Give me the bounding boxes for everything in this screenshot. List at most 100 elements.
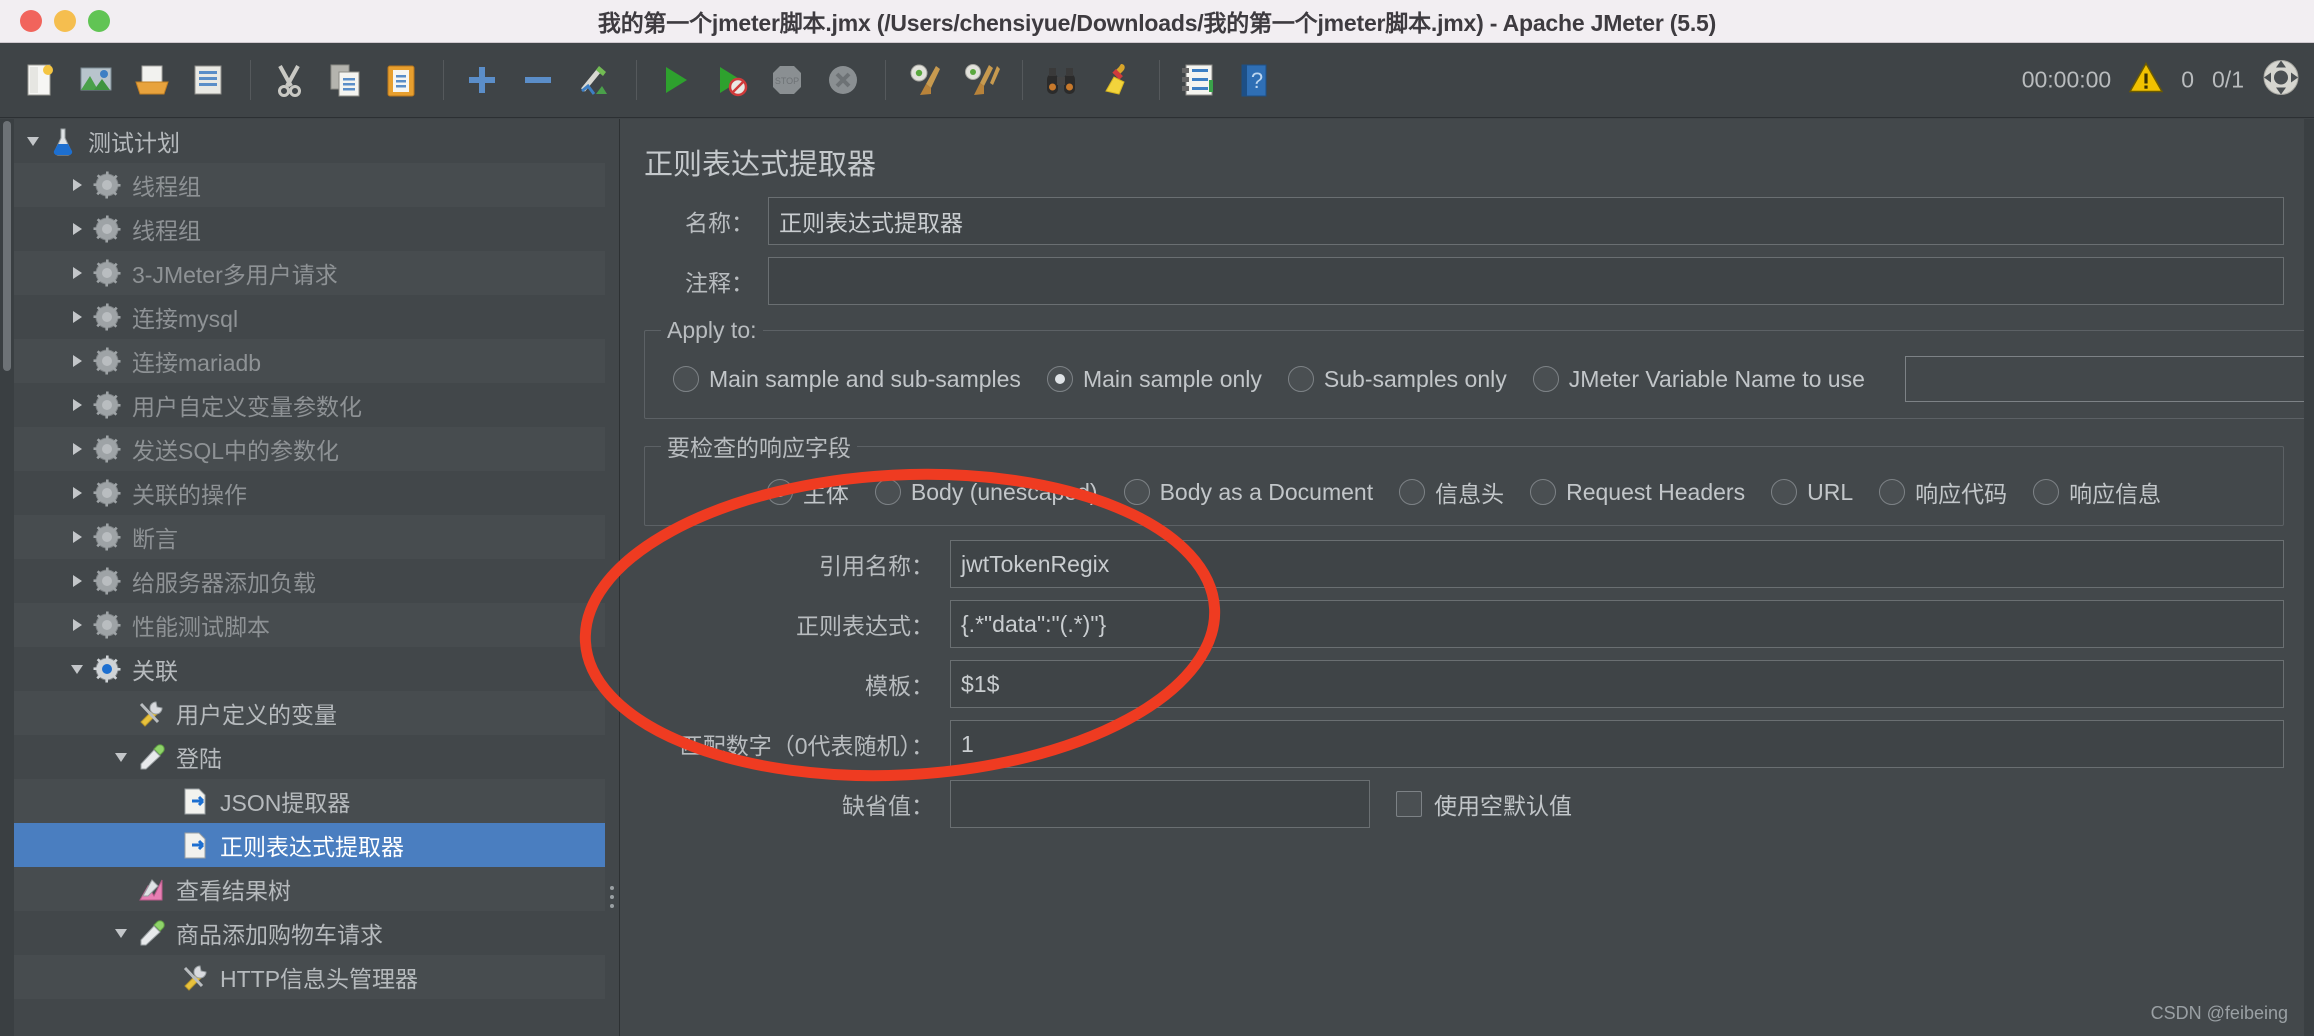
chevron-right-icon[interactable]	[64, 163, 90, 207]
function-helper-button[interactable]	[1172, 54, 1224, 106]
template-input[interactable]: $1$	[950, 660, 2284, 708]
chevron-down-icon[interactable]	[64, 647, 90, 691]
radio-circle[interactable]	[1530, 479, 1557, 505]
radio-sub-only[interactable]: Sub-samples only	[1287, 366, 1507, 393]
radio-circle[interactable]	[1532, 366, 1559, 392]
radio-circle-selected[interactable]	[1046, 366, 1073, 392]
window-controls[interactable]	[20, 10, 110, 32]
reset-search-button[interactable]	[1091, 54, 1143, 106]
chevron-right-icon[interactable]	[64, 295, 90, 339]
tree-item-15[interactable]: JSON提取器	[14, 779, 605, 823]
tree-item-14[interactable]: 登陆	[14, 735, 605, 779]
tree-item-7[interactable]: 发送SQL中的参数化	[14, 427, 605, 471]
radio-circle-selected[interactable]	[766, 479, 793, 505]
templates-button[interactable]	[70, 54, 122, 106]
toggle-enabled-button[interactable]	[568, 54, 620, 106]
radio-url[interactable]: URL	[1771, 479, 1853, 506]
chevron-right-icon[interactable]	[64, 515, 90, 559]
radio-circle[interactable]	[2033, 479, 2060, 505]
match-number-input[interactable]: 1	[950, 720, 2284, 768]
chevron-right-icon[interactable]	[64, 207, 90, 251]
tree-item-2[interactable]: 线程组	[14, 207, 605, 251]
radio-response-message[interactable]: 响应信息	[2033, 475, 2161, 509]
comment-input[interactable]	[768, 257, 2284, 305]
search-button[interactable]	[1035, 54, 1087, 106]
maximize-button[interactable]	[88, 10, 110, 32]
chevron-right-icon[interactable]	[64, 471, 90, 515]
split-pane-handle[interactable]	[607, 879, 617, 915]
collapse-all-button[interactable]	[512, 54, 564, 106]
regular-expression-input[interactable]: {.*"data":"(.*)"}	[950, 600, 2284, 648]
radio-circle[interactable]	[1123, 479, 1150, 505]
cut-button[interactable]	[263, 54, 315, 106]
minus-icon	[518, 60, 558, 100]
tree-item-17[interactable]: 查看结果树	[14, 867, 605, 911]
chevron-right-icon[interactable]	[64, 383, 90, 427]
radio-jmeter-variable[interactable]: JMeter Variable Name to use	[1532, 366, 1865, 393]
tree-item-10[interactable]: 给服务器添加负载	[14, 559, 605, 603]
tree-item-12[interactable]: 关联	[14, 647, 605, 691]
tree-item-0[interactable]: 测试计划	[14, 119, 605, 163]
remote-engine-icon[interactable]	[2262, 59, 2300, 102]
test-plan-tree: 测试计划 线程组 线程组 3-JMeter多用户请求 连接mysql 连接mariadb 用…	[0, 119, 620, 1036]
warning-triangle-icon[interactable]	[2128, 61, 2164, 100]
radio-circle[interactable]	[673, 366, 699, 392]
tree-item-3[interactable]: 3-JMeter多用户请求	[14, 251, 605, 295]
open-file-button[interactable]	[126, 54, 178, 106]
radio-circle[interactable]	[874, 479, 901, 505]
shutdown-button[interactable]	[817, 54, 869, 106]
tree-item-18[interactable]: 商品添加购物车请求	[14, 911, 605, 955]
chevron-right-icon[interactable]	[64, 559, 90, 603]
chevron-right-icon[interactable]	[64, 427, 90, 471]
tree-item-11[interactable]: 性能测试脚本	[14, 603, 605, 647]
clear-button[interactable]	[898, 54, 950, 106]
save-button[interactable]	[182, 54, 234, 106]
tree-item-5[interactable]: 连接mariadb	[14, 339, 605, 383]
use-empty-default-checkbox[interactable]: 使用空默认值	[1396, 787, 1572, 821]
start-no-timers-button[interactable]	[705, 54, 757, 106]
radio-main-only[interactable]: Main sample only	[1046, 366, 1262, 393]
help-button[interactable]: ?	[1228, 54, 1280, 106]
expand-all-button[interactable]	[456, 54, 508, 106]
scrollbar-thumb[interactable]	[3, 121, 11, 371]
radio-body-unescaped[interactable]: Body (unescaped)	[874, 479, 1098, 506]
radio-body-as-document[interactable]: Body as a Document	[1123, 479, 1373, 506]
radio-circle[interactable]	[1771, 479, 1798, 505]
chevron-down-icon[interactable]	[108, 911, 134, 955]
tree-vertical-scrollbar[interactable]	[0, 119, 14, 1036]
chevron-right-icon[interactable]	[64, 339, 90, 383]
radio-circle[interactable]	[1879, 479, 1906, 505]
radio-request-headers[interactable]: Request Headers	[1530, 479, 1745, 506]
tree-item-9[interactable]: 断言	[14, 515, 605, 559]
clear-all-button[interactable]	[954, 54, 1006, 106]
tree-item-1[interactable]: 线程组	[14, 163, 605, 207]
radio-circle[interactable]	[1399, 479, 1426, 505]
start-button[interactable]	[649, 54, 701, 106]
copy-button[interactable]	[319, 54, 371, 106]
radio-body[interactable]: 主体	[766, 475, 849, 509]
tree-item-6[interactable]: 用户自定义变量参数化	[14, 383, 605, 427]
close-button[interactable]	[20, 10, 42, 32]
radio-main-and-sub[interactable]: Main sample and sub-samples	[673, 366, 1021, 393]
tree-item-8[interactable]: 关联的操作	[14, 471, 605, 515]
default-value-input[interactable]	[950, 780, 1370, 828]
checkbox-box[interactable]	[1396, 791, 1422, 817]
paste-button[interactable]	[375, 54, 427, 106]
radio-response-code[interactable]: 响应代码	[1879, 475, 2007, 509]
chevron-down-icon[interactable]	[20, 119, 46, 163]
reference-name-input[interactable]: jwtTokenRegix	[950, 540, 2284, 588]
chevron-right-icon[interactable]	[64, 603, 90, 647]
chevron-right-icon[interactable]	[64, 251, 90, 295]
tree-item-4[interactable]: 连接mysql	[14, 295, 605, 339]
chevron-down-icon[interactable]	[108, 735, 134, 779]
name-input[interactable]: 正则表达式提取器	[768, 197, 2284, 245]
tree-item-16[interactable]: 正则表达式提取器	[14, 823, 605, 867]
radio-response-headers[interactable]: 信息头	[1399, 475, 1504, 509]
tree-item-13[interactable]: 用户定义的变量	[14, 691, 605, 735]
minimize-button[interactable]	[54, 10, 76, 32]
new-test-plan-button[interactable]	[14, 54, 66, 106]
stop-button[interactable]: STOP	[761, 54, 813, 106]
radio-circle[interactable]	[1287, 366, 1314, 392]
jmeter-variable-input[interactable]	[1904, 356, 2314, 402]
tree-item-19[interactable]: HTTP信息头管理器	[14, 955, 605, 999]
